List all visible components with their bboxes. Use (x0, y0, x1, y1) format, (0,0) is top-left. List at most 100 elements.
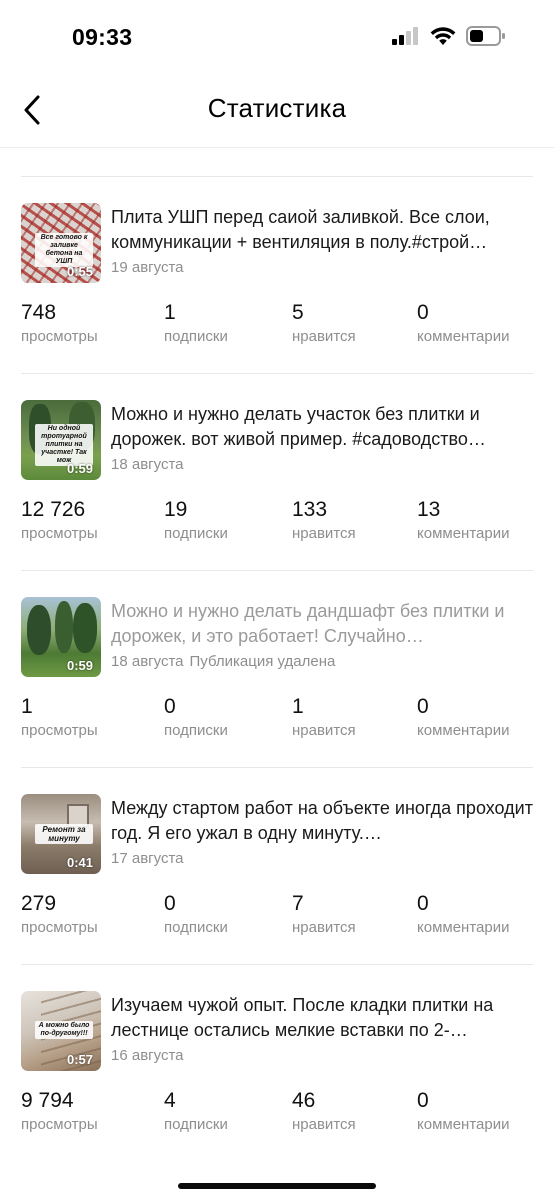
stat-views-label: просмотры (21, 919, 98, 936)
thumbnail-caption: Ни одной тротуарной плитки на участке! Т… (35, 424, 93, 466)
stat-subscriptions-label: подписки (164, 525, 228, 542)
stat-comments-label: комментарии (417, 1116, 510, 1133)
post-item[interactable]: Ни одной тротуарной плитки на участке! Т… (21, 373, 533, 570)
stat-comments-label: комментарии (417, 525, 510, 542)
stat-comments-value: 0 (417, 695, 429, 718)
stat-subscriptions: 0 подписки (164, 695, 228, 739)
stat-subscriptions-value: 4 (164, 1089, 176, 1112)
stat-subscriptions-label: подписки (164, 722, 228, 739)
post-header: Ремонт за минуту 0:41 Между стартом рабо… (21, 794, 533, 876)
battery-icon (466, 26, 505, 46)
post-header: 0:59 Можно и нужно делать дандшафт без п… (21, 597, 533, 679)
stat-likes-label: нравится (292, 919, 356, 936)
stat-likes-label: нравится (292, 328, 356, 345)
stat-subscriptions-value: 0 (164, 695, 176, 718)
stat-likes: 133 нравится (292, 498, 356, 542)
post-stats: 9 794 просмотры 4 подписки 46 нравится 0… (21, 1089, 533, 1139)
video-duration: 0:41 (66, 855, 93, 870)
post-stats: 12 726 просмотры 19 подписки 133 нравитс… (21, 498, 533, 548)
status-icons (392, 26, 506, 46)
post-meta: 18 августа (111, 456, 184, 473)
stat-likes-value: 133 (292, 498, 328, 521)
post-deleted-label: Публикация удалена (189, 653, 336, 670)
stat-comments: 0 комментарии (417, 1089, 509, 1133)
video-duration: 0:55 (66, 264, 93, 279)
stat-likes: 5 нравится (292, 301, 356, 345)
post-meta: 19 августа (111, 259, 184, 276)
stat-subscriptions-label: подписки (164, 1116, 228, 1133)
post-date: 16 августа (111, 1047, 184, 1064)
post-date: 18 августа (111, 653, 184, 670)
post-stats: 1 просмотры 0 подписки 1 нравится 0 комм… (21, 695, 533, 745)
thumbnail-caption: Ремонт за минуту (35, 824, 93, 844)
post-text: Изучаем чужой опыт. После кладки плитки … (111, 995, 494, 1040)
post-date: 17 августа (111, 850, 184, 867)
stat-likes: 1 нравится (292, 695, 356, 739)
stat-likes-value: 46 (292, 1089, 316, 1112)
stat-likes-value: 1 (292, 695, 304, 718)
post-stats: 748 просмотры 1 подписки 5 нравится 0 ко… (21, 301, 533, 351)
stat-subscriptions-value: 19 (164, 498, 188, 521)
stat-views-value: 1 (21, 695, 33, 718)
post-meta: 16 августа (111, 1047, 184, 1064)
video-duration: 0:59 (66, 461, 93, 476)
home-indicator[interactable] (178, 1183, 376, 1189)
stat-views: 279 просмотры (21, 892, 98, 936)
status-bar: 09:33 (0, 0, 554, 76)
stat-views: 12 726 просмотры (21, 498, 98, 542)
post-header: Ни одной тротуарной плитки на участке! Т… (21, 400, 533, 482)
stat-views-value: 279 (21, 892, 57, 915)
stat-views: 9 794 просмотры (21, 1089, 98, 1133)
post-text: Плита УШП перед саиой заливкой. Все слои… (111, 207, 490, 252)
posts-list: Все готово к заливке бетона на УШП 0:55 … (0, 176, 554, 1161)
stat-subscriptions-label: подписки (164, 328, 228, 345)
stat-comments-value: 0 (417, 1089, 429, 1112)
stat-likes-value: 7 (292, 892, 304, 915)
stat-subscriptions-label: подписки (164, 919, 228, 936)
post-item[interactable]: Все готово к заливке бетона на УШП 0:55 … (21, 176, 533, 373)
video-thumbnail[interactable]: Все готово к заливке бетона на УШП 0:55 (21, 203, 101, 283)
stat-comments: 0 комментарии (417, 695, 509, 739)
stat-comments-value: 0 (417, 892, 429, 915)
stat-likes: 46 нравится (292, 1089, 356, 1133)
video-thumbnail[interactable]: Ни одной тротуарной плитки на участке! Т… (21, 400, 101, 480)
post-item[interactable]: А можно было по-другому!!! 0:57 Изучаем … (21, 964, 533, 1161)
stat-comments-value: 13 (417, 498, 441, 521)
stat-views-label: просмотры (21, 525, 98, 542)
post-meta: 17 августа (111, 850, 184, 867)
cellular-signal-icon (392, 27, 418, 45)
stat-likes-label: нравится (292, 722, 356, 739)
video-thumbnail[interactable]: Ремонт за минуту 0:41 (21, 794, 101, 874)
page-title: Статистика (207, 93, 347, 123)
stat-comments: 0 комментарии (417, 892, 509, 936)
video-thumbnail[interactable]: 0:59 (21, 597, 101, 677)
video-thumbnail[interactable]: А можно было по-другому!!! 0:57 (21, 991, 101, 1071)
stat-likes-label: нравится (292, 525, 356, 542)
stat-views: 1 просмотры (21, 695, 98, 739)
stat-subscriptions: 1 подписки (164, 301, 228, 345)
stat-likes-label: нравится (292, 1116, 356, 1133)
stat-views-value: 12 726 (21, 498, 86, 521)
video-duration: 0:57 (66, 1052, 93, 1067)
post-date: 18 августа (111, 456, 184, 473)
post-text: Между стартом работ на объекте иногда пр… (111, 798, 533, 843)
thumbnail-caption: Все готово к заливке бетона на УШП (35, 233, 93, 267)
thumbnail-caption: А можно было по-другому!!! (35, 1021, 93, 1039)
stat-comments-label: комментарии (417, 328, 510, 345)
stat-views-value: 748 (21, 301, 57, 324)
post-text: Можно и нужно делать дандшафт без плитки… (111, 601, 505, 646)
stat-comments: 13 комментарии (417, 498, 509, 542)
post-header: Все готово к заливке бетона на УШП 0:55 … (21, 203, 533, 285)
post-item[interactable]: 0:59 Можно и нужно делать дандшафт без п… (21, 570, 533, 767)
status-time: 09:33 (72, 24, 133, 50)
nav-bar: Статистика (0, 76, 554, 148)
post-meta: 18 августа Публикация удалена (111, 653, 335, 670)
stat-views-value: 9 794 (21, 1089, 74, 1112)
stat-likes-value: 5 (292, 301, 304, 324)
stat-views-label: просмотры (21, 1116, 98, 1133)
post-item[interactable]: Ремонт за минуту 0:41 Между стартом рабо… (21, 767, 533, 964)
post-date: 19 августа (111, 259, 184, 276)
stat-subscriptions-value: 0 (164, 892, 176, 915)
stat-views-label: просмотры (21, 328, 98, 345)
stat-comments-label: комментарии (417, 919, 510, 936)
